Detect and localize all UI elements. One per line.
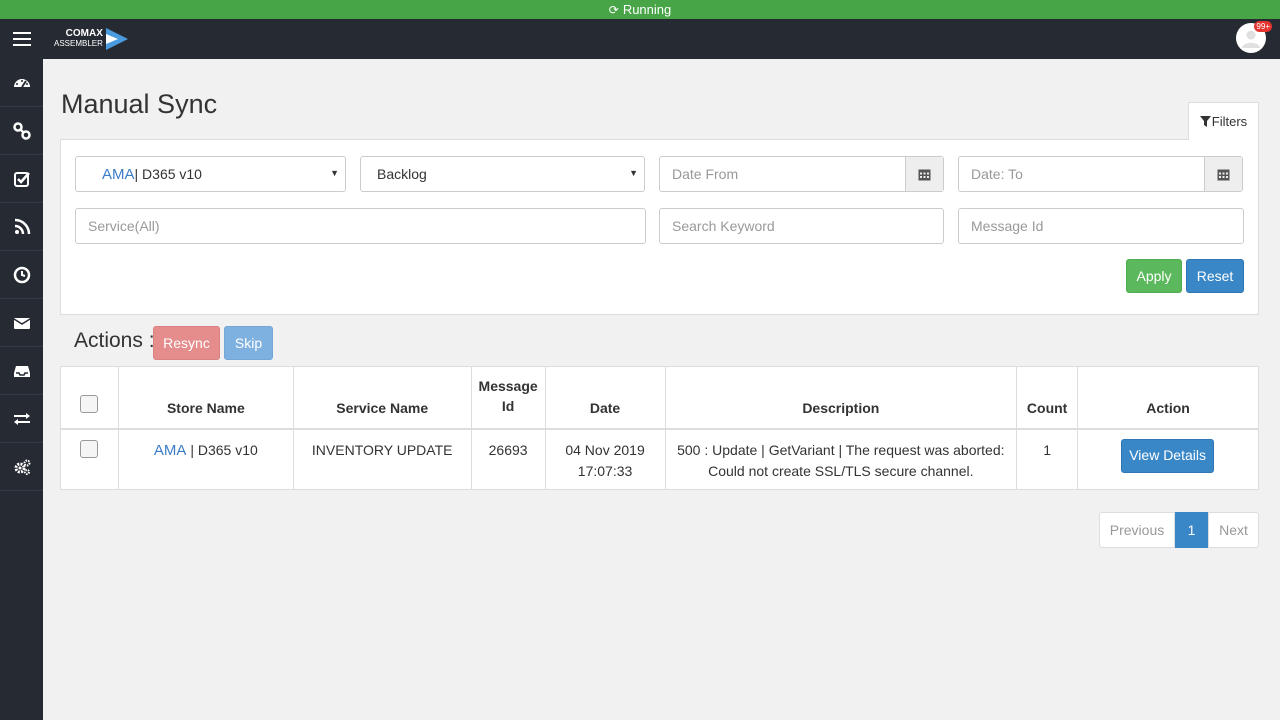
sidebar-item-links[interactable] [0,107,43,155]
menu-toggle-button[interactable] [0,19,44,59]
header-message-id-line1: Message [478,377,538,394]
exchange-icon [13,412,30,425]
main-content: Manual Sync Filters AMA | D365 v10 ▼ Bac… [43,59,1280,720]
date-from-calendar-button[interactable] [905,157,943,191]
app-logo[interactable]: COMAX ASSEMBLER [54,19,130,59]
header-service-name[interactable]: Service Name [292,366,472,430]
link-icon [12,121,31,140]
sync-table: Store Name Service Name Message Id Date … [60,366,1259,490]
filter-icon [1199,116,1211,127]
sidebar-item-inbox[interactable] [0,347,43,395]
date-to-calendar-button[interactable] [1204,157,1242,191]
row-service-name: INVENTORY UPDATE [292,428,472,490]
sidebar-item-sync[interactable] [0,395,43,443]
logo-main-text: COMAX [65,28,103,39]
sidebar-item-dashboard[interactable] [0,59,43,107]
date-from-input[interactable]: Date From [659,156,944,192]
caret-down-icon: ▼ [629,168,638,178]
dashboard-icon [13,78,30,88]
row-date: 04 Nov 2019 17:07:33 [544,428,666,490]
row-store-name: AMA | D365 v10 [117,428,294,490]
filter-panel: AMA | D365 v10 ▼ Backlog ▼ Date From Dat… [60,139,1259,315]
search-keyword-input[interactable]: Search Keyword [659,208,944,244]
message-id-input[interactable]: Message Id [958,208,1244,244]
select-all-header [60,366,119,430]
status-text: Running [622,2,672,17]
row-date-time: 17:07:33 [577,462,633,479]
row-store-rest: | D365 v10 [190,441,258,458]
inbox-icon [13,365,30,377]
calendar-icon [918,169,931,180]
pagination: Previous 1 Next [1099,512,1259,548]
row-message-id: 26693 [470,428,546,490]
status-select[interactable]: Backlog ▼ [360,156,645,192]
sidebar-item-tasks[interactable] [0,155,43,203]
table-header-row: Store Name Service Name Message Id Date … [60,366,1259,430]
message-id-placeholder: Message Id [971,218,1044,234]
resync-button[interactable]: Resync [153,326,220,360]
search-keyword-placeholder: Search Keyword [672,218,775,234]
row-checkbox[interactable] [80,439,99,458]
row-action-cell: View Details [1077,428,1259,490]
header-description[interactable]: Description [664,366,1018,430]
header-action: Action [1077,366,1259,430]
filters-tab[interactable]: Filters [1188,102,1259,140]
store-select-ama: AMA [102,165,135,183]
sidebar-item-settings[interactable] [0,443,43,491]
checkbox-icon [13,171,30,187]
notification-badge: 99+ [1254,21,1272,32]
sidebar-item-messages[interactable] [0,299,43,347]
row-description-line1: 500 : Update | GetVariant | The request … [677,441,1005,458]
date-to-input[interactable]: Date: To [958,156,1243,192]
store-select[interactable]: AMA | D365 v10 ▼ [75,156,346,192]
gears-icon [14,459,30,475]
top-navbar: COMAX ASSEMBLER 99+ [0,19,1280,59]
header-message-id-line2: Id [501,397,515,414]
actions-label: Actions : [74,329,155,352]
sidebar-item-history[interactable] [0,251,43,299]
status-select-value: Backlog [377,166,427,182]
pagination-previous[interactable]: Previous [1099,512,1175,548]
logo-mark-icon [105,28,128,50]
user-avatar[interactable]: 99+ [1236,21,1272,53]
page-title: Manual Sync [61,89,218,119]
sidebar-item-feeds[interactable] [0,203,43,251]
envelope-icon [13,317,30,329]
skip-button[interactable]: Skip [224,326,273,360]
pagination-page-1[interactable]: 1 [1175,512,1208,548]
logo-sub-text: ASSEMBLER [54,39,103,48]
filters-tab-label: Filters [1211,114,1248,129]
view-details-button[interactable]: View Details [1121,438,1215,473]
pagination-next[interactable]: Next [1208,512,1259,548]
header-count[interactable]: Count [1016,366,1079,430]
date-to-placeholder: Date: To [971,166,1023,182]
service-placeholder: Service(All) [88,218,160,234]
row-count: 1 [1016,428,1079,490]
clock-icon [13,266,30,283]
reset-button[interactable]: Reset [1186,259,1244,293]
row-store-ama: AMA [153,441,187,459]
caret-down-icon: ▼ [330,168,339,178]
row-select-cell [60,428,119,490]
apply-button[interactable]: Apply [1126,259,1182,293]
spinner-icon: ⟳ [608,2,619,17]
row-date-day: 04 Nov 2019 [565,441,645,458]
select-all-checkbox[interactable] [80,394,99,413]
status-bar: ⟳ Running [0,0,1280,19]
store-select-rest: | D365 v10 [134,166,202,182]
header-date[interactable]: Date [544,366,666,430]
rss-icon [14,218,30,234]
header-store-name[interactable]: Store Name [117,366,294,430]
table-row: AMA | D365 v10 INVENTORY UPDATE 26693 04… [60,428,1259,490]
sidebar [0,59,43,720]
calendar-icon [1217,169,1230,180]
header-message-id[interactable]: Message Id [470,366,546,430]
row-description-line2: Could not create SSL/TLS secure channel. [708,462,974,479]
date-from-placeholder: Date From [672,166,739,182]
service-input[interactable]: Service(All) [75,208,646,244]
row-description: 500 : Update | GetVariant | The request … [664,428,1018,490]
